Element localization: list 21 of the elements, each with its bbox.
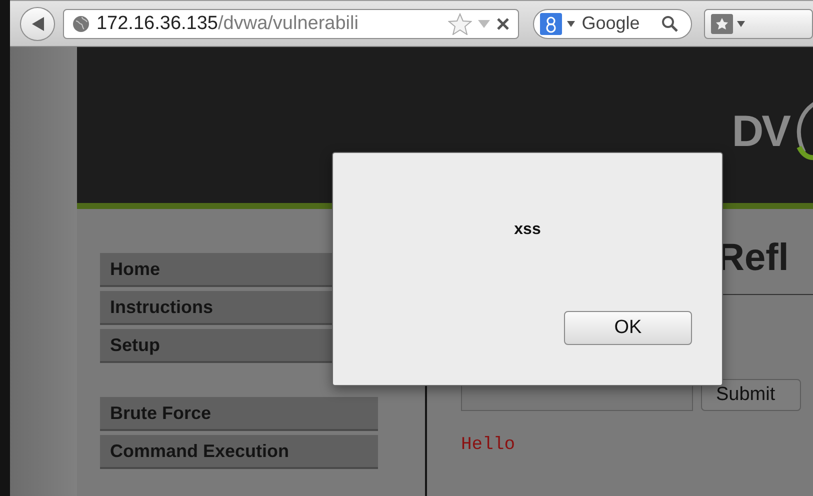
submit-button[interactable]: Submit <box>701 379 801 411</box>
menu-item[interactable]: Brute Force <box>100 397 378 431</box>
output-text: Hello <box>461 435 516 455</box>
address-bar[interactable]: 172.16.36.135/dvwa/vulnerabili <box>63 8 519 38</box>
logo-text: DV <box>732 107 789 157</box>
search-engine-icon <box>540 12 562 34</box>
ok-button[interactable]: OK <box>564 311 692 345</box>
back-button[interactable] <box>20 6 56 40</box>
star-icon[interactable] <box>448 12 472 34</box>
search-input[interactable]: Google <box>580 12 656 35</box>
alert-message: xss <box>514 221 541 239</box>
menu-item[interactable]: Command Execution <box>100 435 378 469</box>
close-icon[interactable] <box>496 16 510 30</box>
bookmarks-button[interactable] <box>704 8 813 38</box>
url-text: 172.16.36.135/dvwa/vulnerabili <box>96 12 360 34</box>
dropdown-triangle-icon <box>737 20 746 26</box>
globe-icon <box>72 14 90 32</box>
search-field[interactable]: Google <box>532 8 692 38</box>
search-icon[interactable] <box>660 14 679 32</box>
dropdown-triangle-icon[interactable] <box>566 20 575 26</box>
back-arrow-icon <box>30 16 45 32</box>
